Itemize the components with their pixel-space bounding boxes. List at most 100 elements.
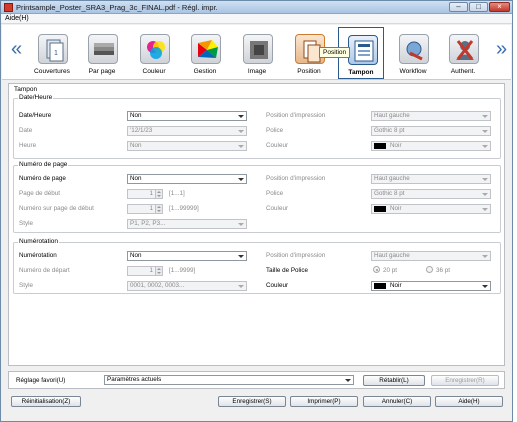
font-size-36-radio[interactable]: [426, 266, 433, 273]
color-select[interactable]: Noir: [371, 141, 491, 151]
maximize-button[interactable]: □: [469, 2, 488, 12]
tab-label: Position: [297, 68, 321, 75]
color-swatch: [374, 283, 386, 289]
minimize-button[interactable]: –: [449, 2, 468, 12]
chevron-down-icon: [482, 193, 488, 196]
start-number-label: Numéro sur page de début: [19, 205, 94, 212]
close-button[interactable]: ×: [489, 2, 510, 12]
chevron-down-icon: [482, 145, 488, 148]
save-button[interactable]: Enregistrer(S): [218, 396, 286, 407]
menu-help[interactable]: Aide(H): [5, 15, 29, 22]
chevron-down-icon: [482, 130, 488, 133]
reset-button[interactable]: Réinitialisation(Z): [11, 396, 81, 407]
tab-label: Image: [247, 68, 267, 75]
font-label: Police: [266, 127, 284, 134]
tab-covers[interactable]: 1 Couvertures: [29, 27, 75, 79]
tooltip: Position: [319, 47, 351, 58]
scroll-right-arrow-icon[interactable]: »: [496, 39, 507, 59]
cancel-button[interactable]: Annuler(C): [363, 396, 431, 407]
start-number-stepper[interactable]: 1: [127, 204, 163, 214]
chevron-down-icon: [238, 178, 244, 181]
style-label: Style: [19, 220, 33, 227]
color-label: Couleur: [266, 205, 289, 212]
favorite-setting-label: Réglage favori(U): [16, 377, 66, 384]
tab-label: Tampon: [348, 69, 374, 76]
chevron-down-icon: [482, 255, 488, 258]
print-position-label: Position d'impression: [266, 175, 326, 182]
title-bar[interactable]: Printsample_Poster_SRA3_Prag_3c_FINAL.pd…: [1, 1, 512, 14]
recall-button[interactable]: Rétablir(L): [363, 375, 425, 386]
color-select[interactable]: Noir: [371, 281, 491, 291]
chevron-down-icon: [238, 255, 244, 258]
numbering-label: Numérotation: [19, 252, 57, 259]
chevron-down-icon: [482, 115, 488, 118]
spinner-arrows-icon[interactable]: [155, 190, 162, 198]
section-title: Tampon: [14, 86, 38, 93]
color-select[interactable]: Noir: [371, 204, 491, 214]
date-format-select[interactable]: '12/1/23: [127, 126, 247, 136]
color-label: Couleur: [266, 142, 289, 149]
page-style-select[interactable]: P1, P2, P3...: [127, 219, 247, 229]
date-label: Date: [19, 127, 33, 134]
print-position-label: Position d'impression: [266, 112, 326, 119]
start-page-range: [1...1]: [169, 190, 185, 197]
print-button[interactable]: Imprimer(P): [290, 396, 358, 407]
page-number-select[interactable]: Non: [127, 174, 247, 184]
spinner-arrows-icon[interactable]: [155, 267, 162, 275]
spinner-arrows-icon[interactable]: [155, 205, 162, 213]
tab-label: Couleur: [142, 68, 166, 75]
menu-bar: Aide(H): [1, 14, 512, 24]
date-time-label: Date/Heure: [19, 112, 52, 119]
font-select[interactable]: Gothic 8 pt: [371, 189, 491, 199]
favorite-setting-select[interactable]: Paramètres actuels: [104, 375, 354, 385]
start-number-label: Numéro de départ: [19, 267, 70, 274]
time-label: Heure: [19, 142, 37, 149]
tab-color[interactable]: Couleur: [131, 27, 177, 79]
page-number-label: Numéro de page: [19, 175, 66, 182]
group-title: Numéro de page: [18, 161, 69, 168]
style-label: Style: [19, 282, 33, 289]
per-page-icon: [88, 34, 118, 64]
print-position-select[interactable]: Haut gauche: [371, 111, 491, 121]
tab-image[interactable]: Image: [234, 27, 280, 79]
chevron-down-icon: [482, 208, 488, 211]
numbering-select[interactable]: Non: [127, 251, 247, 261]
stamp-settings-panel: Tampon Date/Heure Date/Heure Non Date '1…: [8, 83, 505, 366]
tab-workflow[interactable]: Workflow: [390, 27, 436, 79]
tab-authentication[interactable]: Authent.: [440, 27, 486, 79]
scroll-left-arrow-icon[interactable]: «: [11, 39, 22, 59]
chevron-down-icon: [238, 223, 244, 226]
group-title: Date/Heure: [18, 94, 54, 101]
tab-management[interactable]: Gestion: [182, 27, 228, 79]
tab-per-page[interactable]: Par page: [79, 27, 125, 79]
date-time-select[interactable]: Non: [127, 111, 247, 121]
chevron-down-icon: [238, 115, 244, 118]
chevron-down-icon: [482, 285, 488, 288]
favorites-bar: Réglage favori(U) Paramètres actuels Rét…: [8, 371, 505, 389]
font-size-20-radio[interactable]: [373, 266, 380, 273]
numbering-range: [1...9999]: [169, 267, 196, 274]
font-label: Police: [266, 190, 284, 197]
font-select[interactable]: Gothic 8 pt: [371, 126, 491, 136]
window-title: Printsample_Poster_SRA3_Prag_3c_FINAL.pd…: [16, 3, 218, 12]
print-position-label: Position d'impression: [266, 252, 326, 259]
numbering-style-select[interactable]: 0001, 0002, 0003...: [127, 281, 247, 291]
save-favorite-button[interactable]: Enregistrer(R): [431, 375, 499, 386]
start-page-stepper[interactable]: 1: [127, 189, 163, 199]
tab-label: Par page: [88, 68, 116, 75]
function-tab-bar: « » 1 Couvertures Par page Couleur Gesti…: [2, 25, 511, 80]
close-icon: ×: [497, 2, 502, 11]
svg-text:1: 1: [54, 50, 58, 57]
tab-label: Gestion: [193, 68, 217, 75]
numbering-start-stepper[interactable]: 1: [127, 266, 163, 276]
help-button[interactable]: Aide(H): [435, 396, 503, 407]
time-select[interactable]: Non: [127, 141, 247, 151]
image-icon: [243, 34, 273, 64]
print-position-select[interactable]: Haut gauche: [371, 174, 491, 184]
authentication-icon: [449, 34, 479, 64]
print-position-select[interactable]: Haut gauche: [371, 251, 491, 261]
app-icon: [4, 3, 13, 12]
color-icon: [140, 34, 170, 64]
chevron-down-icon: [238, 130, 244, 133]
tab-label: Authent.: [450, 68, 476, 75]
